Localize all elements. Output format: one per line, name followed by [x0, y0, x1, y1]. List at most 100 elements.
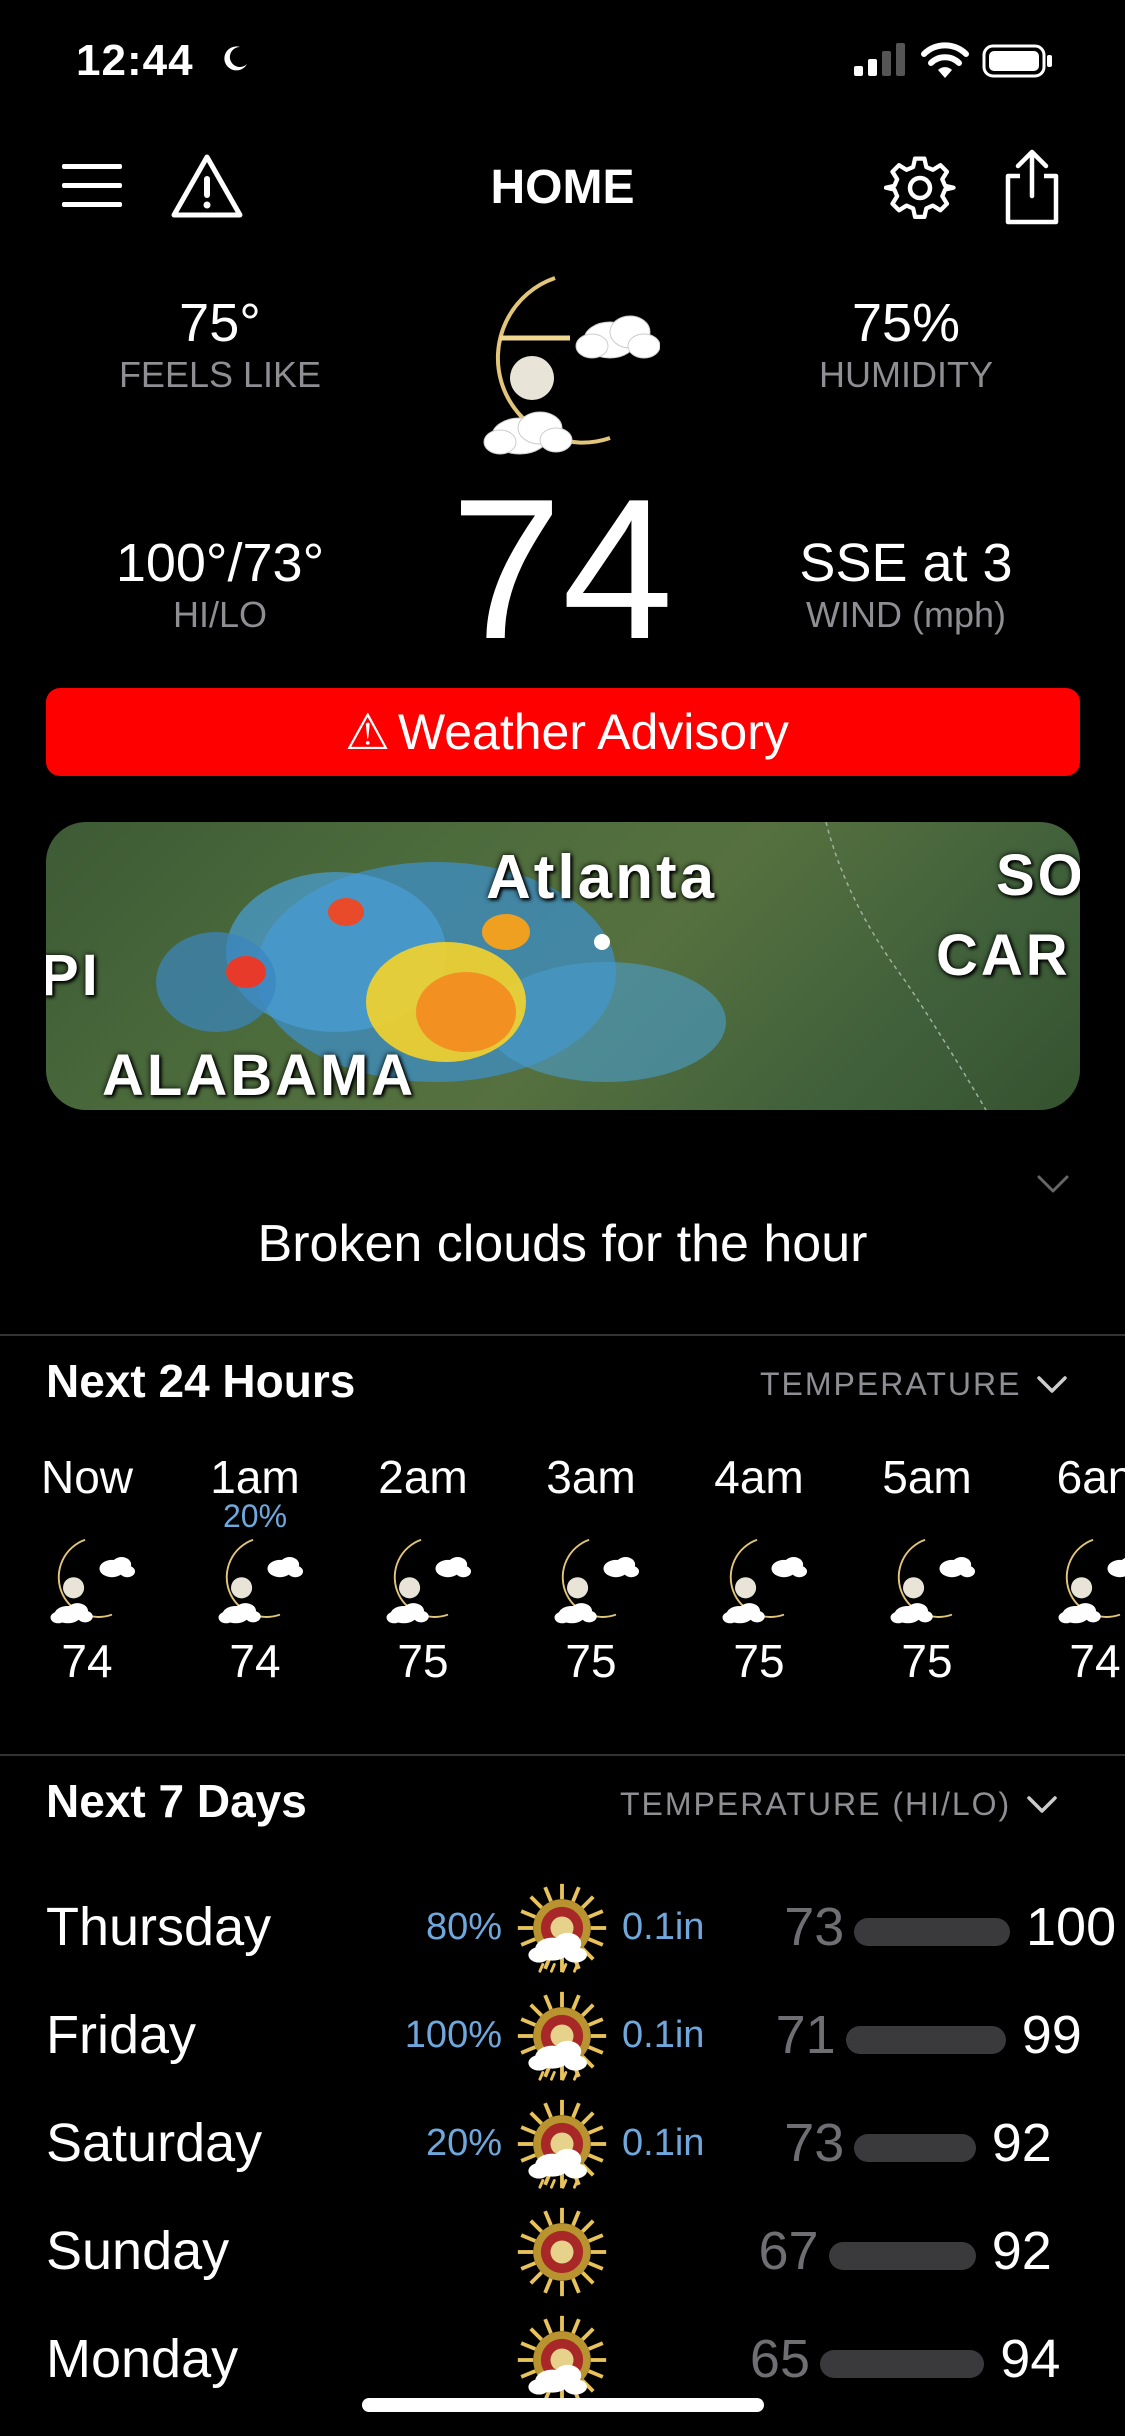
day-low-temp: 73	[784, 2113, 845, 2173]
hour-label: 6an	[1056, 1451, 1125, 1503]
day-row[interactable]: Friday 100% 0.1in 71 99	[0, 1988, 1125, 2088]
hi-lo: 100°/73° HI/LO	[60, 532, 380, 636]
chevron-down-icon[interactable]	[1036, 1172, 1070, 1196]
hour-temperature: 74	[229, 1635, 281, 1687]
day-row[interactable]: Sunday 67 92	[0, 2204, 1125, 2304]
day-high-temp: 94	[1000, 2329, 1061, 2389]
hour-temperature: 75	[565, 1635, 617, 1687]
day-name: Thursday	[46, 1897, 272, 1957]
map-label-pi: PI	[46, 943, 101, 1008]
hour-temperature: 74	[61, 1635, 113, 1687]
night-partly-cloudy-icon	[890, 1538, 975, 1624]
hourly-forecast-row[interactable]: Now 74 1am 20% 74 2am 75 3am 75 4am 75 5am 75 6an 74	[12, 1450, 1125, 1710]
moon-icon	[224, 46, 247, 71]
day-high-temp: 99	[1021, 2005, 1082, 2065]
day-row[interactable]: Thursday 80% 0.1in 73 100	[0, 1880, 1125, 1980]
map-label-alabama: ALABAMA	[102, 1043, 417, 1108]
day-low-temp: 71	[775, 2005, 836, 2065]
night-partly-cloudy-icon	[554, 1538, 639, 1624]
cellular-signal-icon	[854, 43, 905, 76]
status-time: 12:44	[76, 36, 194, 85]
battery-icon	[982, 44, 1052, 78]
day-name: Saturday	[46, 2113, 263, 2173]
warning-icon: ⚠	[345, 704, 390, 760]
humidity-value: 75%	[851, 293, 961, 353]
hi-lo-label: HI/LO	[172, 594, 268, 635]
day-precip-amount: 0.1in	[622, 2014, 705, 2056]
day-high-temp: 100	[1026, 1897, 1117, 1957]
day-high-temp: 92	[991, 2221, 1052, 2281]
daily-section-title: Next 7 Days	[46, 1775, 307, 1827]
day-name: Sunday	[46, 2221, 230, 2281]
map-label-sc: SO	[996, 843, 1080, 908]
humidity-label: HUMIDITY	[819, 354, 993, 395]
hour-item: 1am 20% 74	[180, 1450, 330, 1688]
divider	[0, 1334, 1125, 1336]
weather-advisory-button[interactable]: ⚠ Weather Advisory	[46, 688, 1080, 776]
hour-item: 4am 75	[684, 1450, 834, 1688]
home-indicator[interactable]	[362, 2398, 764, 2412]
hourly-sort-dropdown[interactable]: TEMPERATURE	[760, 1366, 1069, 1403]
temp-range-bar	[854, 2134, 976, 2162]
day-name: Friday	[46, 2005, 197, 2065]
day-precip-amount: 0.1in	[622, 2122, 705, 2164]
hourly-section-title: Next 24 Hours	[46, 1355, 356, 1407]
feels-like-label: FEELS LIKE	[118, 354, 322, 395]
hour-label: Now	[40, 1451, 134, 1503]
day-row[interactable]: Saturday 20% 0.1in 73 92	[0, 2096, 1125, 2196]
day-precip-chance: 100%	[404, 2014, 502, 2056]
temp-range-bar	[845, 2026, 1006, 2054]
hour-item: 2am 75	[348, 1450, 498, 1688]
daily-sort-label: TEMPERATURE (HI/LO)	[620, 1786, 1012, 1822]
day-high-temp: 92	[991, 2113, 1052, 2173]
hour-label: 1am	[210, 1451, 300, 1503]
day-low-temp: 65	[749, 2329, 810, 2389]
hour-temperature: 75	[397, 1635, 449, 1687]
temp-range-bar	[828, 2242, 976, 2270]
feels-like: 75° FEELS LIKE	[80, 292, 360, 396]
hour-summary: Broken clouds for the hour	[257, 1215, 868, 1273]
sun-rain-icon	[517, 2099, 607, 2189]
day-precip-amount: 0.1in	[622, 1906, 705, 1948]
hour-item: 6an 74	[1020, 1450, 1125, 1688]
daily-sort-dropdown[interactable]: TEMPERATURE (HI/LO)	[620, 1786, 1059, 1823]
page-title: HOME	[490, 161, 635, 214]
temp-range-bar	[820, 2350, 985, 2378]
night-partly-cloudy-icon	[386, 1538, 471, 1624]
day-low-temp: 67	[758, 2221, 819, 2281]
hour-temperature: 74	[1069, 1635, 1121, 1687]
divider	[0, 1754, 1125, 1756]
hour-temperature: 75	[901, 1635, 953, 1687]
day-row[interactable]: Monday 65 94	[0, 2312, 1125, 2412]
hour-temperature: 75	[733, 1635, 785, 1687]
night-partly-cloudy-icon	[50, 1538, 135, 1624]
wind-value: SSE at 3	[799, 533, 1013, 593]
sun-rain-icon	[517, 1991, 607, 2081]
radar-map[interactable]: Atlanta SO CAR PI ALABAMA	[46, 822, 1080, 1110]
temp-range-bar	[854, 1918, 1010, 1946]
sun-icon	[517, 2207, 607, 2297]
night-partly-cloudy-icon	[483, 276, 660, 455]
hour-item: 5am 75	[852, 1450, 1002, 1688]
day-name: Monday	[46, 2329, 239, 2389]
map-label-atlanta: Atlanta	[486, 843, 718, 912]
daily-forecast-list[interactable]: Thursday 80% 0.1in 73 100 Friday 100% 0.1in 71 99…	[0, 1880, 1125, 2405]
day-low-temp: 73	[784, 1897, 845, 1957]
hour-precip-chance: 20%	[222, 1498, 288, 1534]
sun-rain-icon	[517, 1883, 607, 1973]
gear-icon[interactable]	[884, 152, 956, 224]
hour-label: 5am	[882, 1451, 972, 1503]
hour-item: 3am 75	[516, 1450, 666, 1688]
sun-cloud-icon	[517, 2315, 607, 2405]
chevron-down-icon	[1037, 1375, 1068, 1393]
share-icon[interactable]	[1000, 148, 1064, 226]
hour-label: 2am	[378, 1451, 468, 1503]
hour-item: Now 74	[12, 1450, 162, 1688]
chevron-down-icon	[1027, 1795, 1057, 1813]
hi-lo-value: 100°/73°	[115, 533, 325, 593]
wind-label: WIND (mph)	[806, 594, 1006, 635]
hour-label: 3am	[546, 1451, 636, 1503]
wind: SSE at 3 WIND (mph)	[746, 532, 1066, 636]
humidity: 75% HUMIDITY	[766, 292, 1046, 396]
hourly-sort-label: TEMPERATURE	[760, 1366, 1022, 1402]
